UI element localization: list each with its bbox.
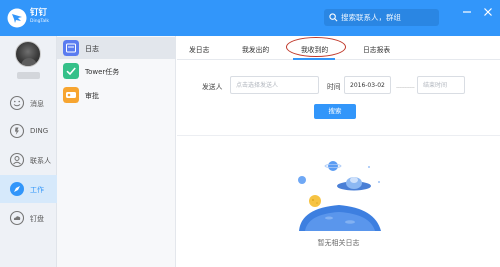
active-tab-indicator: [293, 58, 335, 60]
nav-item-label: DING: [30, 127, 49, 135]
app-item-label: 审批: [85, 92, 99, 100]
divider: [177, 135, 500, 136]
avatar[interactable]: [15, 41, 41, 67]
end-date-field[interactable]: [417, 76, 465, 94]
username-redacted: [17, 72, 40, 79]
app-item-label: Tower任务: [85, 68, 120, 76]
app-item-approval[interactable]: 审批: [57, 84, 176, 106]
start-date-field[interactable]: [344, 76, 391, 94]
work-icon: [10, 182, 24, 196]
nav-item-work[interactable]: 工作: [0, 175, 57, 203]
search-button[interactable]: 搜索: [314, 104, 356, 119]
left-nav: 消息 DING 联系人 工作 钉盘: [0, 36, 57, 267]
nav-item-label: 工作: [30, 186, 44, 194]
journal-main: 发日志 我发出的 我收到的 日志报表 发送人 时间 ----------- 搜索…: [177, 36, 500, 267]
nav-item-label: 钉盘: [30, 215, 44, 223]
title-bar: 钉钉 DingTalk: [0, 0, 500, 36]
sender-label: 发送人: [202, 83, 223, 91]
date-range-separator: -----------: [396, 84, 415, 91]
smile-icon: [9, 95, 25, 111]
approval-icon: [63, 87, 79, 103]
nav-item-label: 联系人: [30, 157, 51, 165]
app-item-tower-task[interactable]: Tower任务: [57, 60, 176, 82]
empty-state-text: 暂无相关日志: [317, 239, 360, 247]
brand-name: 钉钉: [30, 8, 48, 18]
dingtalk-logo-icon: [7, 8, 27, 28]
tab-send-journal[interactable]: 发日志: [189, 44, 209, 54]
sender-field[interactable]: [230, 76, 319, 94]
nav-item-messages[interactable]: 消息: [0, 89, 57, 117]
global-search[interactable]: [324, 9, 439, 26]
close-icon[interactable]: [482, 6, 494, 18]
nav-item-label: 消息: [30, 100, 44, 108]
nav-item-cloud-disk[interactable]: 钉盘: [0, 204, 57, 232]
cloud-disk-icon: [9, 210, 25, 226]
nav-item-contacts[interactable]: 联系人: [0, 146, 57, 174]
empty-planet-illustration: [298, 161, 381, 231]
contacts-icon: [9, 152, 25, 168]
journal-icon: [63, 40, 79, 56]
minimize-icon[interactable]: [461, 6, 473, 18]
brand: 钉钉 DingTalk: [30, 9, 49, 24]
highlight-annotation: [286, 37, 346, 57]
tab-journal-report[interactable]: 日志报表: [363, 44, 390, 54]
nav-item-ding[interactable]: DING: [0, 117, 57, 145]
ding-icon: [9, 123, 25, 139]
brand-english: DingTalk: [30, 18, 50, 24]
search-icon: [329, 13, 338, 22]
tab-sent-by-me[interactable]: 我发出的: [242, 44, 269, 54]
search-input[interactable]: [341, 11, 437, 24]
app-item-label: 日志: [85, 45, 99, 53]
tower-task-icon: [63, 63, 79, 79]
time-label: 时间: [327, 83, 341, 91]
app-item-journal[interactable]: 日志: [57, 37, 176, 59]
app-list: 日志 Tower任务 审批: [57, 36, 176, 267]
journal-tabs: 发日志 我发出的 我收到的 日志报表: [177, 36, 500, 60]
